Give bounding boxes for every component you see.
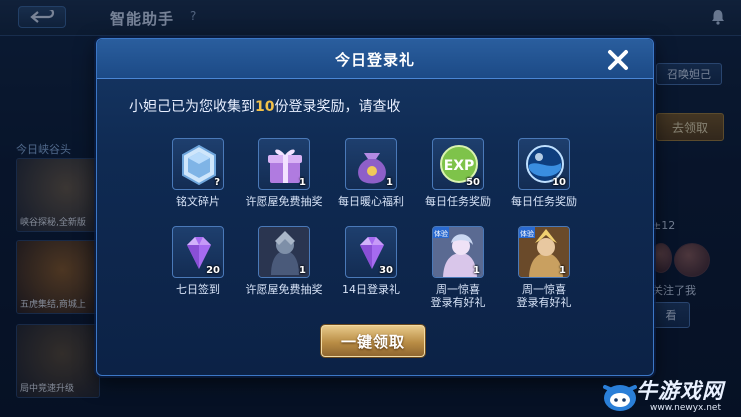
trial-badge: 体验 [434,229,448,238]
claim-all-button[interactable]: 一键领取 [321,325,425,357]
reward-icon-box: 20 [172,226,224,278]
reward-label: 周一惊喜 登录有好礼 [413,283,503,309]
reward-label-line1: 周一惊喜 [436,283,480,296]
reward-label: 14日登录礼 [342,283,400,296]
reward-icon-box: 10 [518,138,570,190]
reward-item[interactable]: 10 每日任务奖励 [499,138,589,208]
reward-quantity: ? [214,177,220,188]
reward-quantity: 50 [466,177,480,188]
reward-label: 七日签到 [176,283,220,296]
reward-item[interactable]: 1 每日暖心福利 [326,138,416,208]
reward-item[interactable]: 1 许愿屋免费抽奖 [239,138,329,208]
reward-item[interactable]: 20 七日签到 [153,226,243,296]
reward-label: 许愿屋免费抽奖 [245,195,323,208]
watermark-text: 牛游戏网 [636,379,724,403]
reward-label: 周一惊喜 登录有好礼 [499,283,589,309]
watermark-url: www.newyx.net [650,403,722,413]
reward-quantity: 30 [379,265,393,276]
reward-quantity: 1 [473,265,480,276]
reward-icon-box: ? [172,138,224,190]
reward-label-line1: 周一惊喜 [522,283,566,296]
reward-icon-box: EXP 50 [432,138,484,190]
trial-badge: 体验 [520,229,534,238]
reward-item[interactable]: 1 许愿屋免费抽奖 [239,226,329,296]
reward-quantity: 1 [299,177,306,188]
svg-text:EXP: EXP [444,158,475,174]
reward-quantity: 1 [299,265,306,276]
reward-label: 每日任务奖励 [425,195,491,208]
reward-quantity: 1 [559,265,566,276]
reward-label: 许愿屋免费抽奖 [245,283,323,296]
login-reward-dialog: 今日登录礼 小妲己已为您收集到10份登录奖励，请查收 ? 铭文碎片 1 许愿屋免… [96,38,654,376]
reward-label-line2: 登录有好礼 [516,296,572,309]
reward-icon-box: 体验 1 [432,226,484,278]
reward-icon-box: 1 [345,138,397,190]
reward-quantity: 20 [206,265,220,276]
reward-item[interactable]: 体验 1 周一惊喜 登录有好礼 [499,226,589,309]
reward-icon-box: 体验 1 [518,226,570,278]
reward-item[interactable]: ? 铭文碎片 [153,138,243,208]
reward-icon-box: 1 [258,138,310,190]
reward-label: 每日任务奖励 [511,195,577,208]
reward-label: 铭文碎片 [176,195,220,208]
reward-item[interactable]: 30 14日登录礼 [326,226,416,296]
reward-item[interactable]: EXP 50 每日任务奖励 [413,138,503,208]
reward-item[interactable]: 体验 1 周一惊喜 登录有好礼 [413,226,503,309]
reward-icon-box: 30 [345,226,397,278]
reward-label-line2: 登录有好礼 [430,296,486,309]
reward-label: 每日暖心福利 [338,195,404,208]
reward-quantity: 1 [386,177,393,188]
reward-icon-box: 1 [258,226,310,278]
reward-quantity: 10 [552,177,566,188]
